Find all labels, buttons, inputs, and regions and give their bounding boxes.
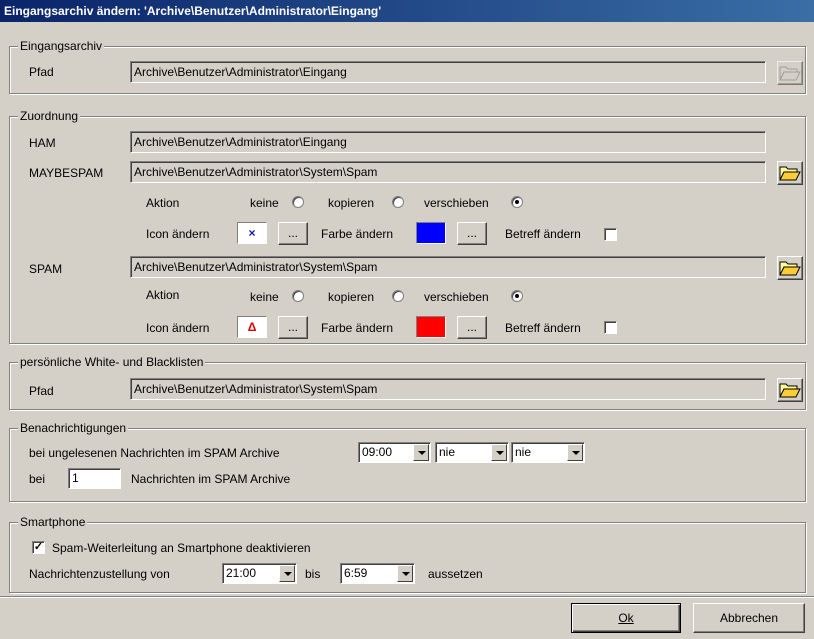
ok-button[interactable]: Ok bbox=[571, 603, 681, 633]
dialog-separator bbox=[0, 596, 814, 598]
spam-betreff-label: Betreff ändern bbox=[505, 321, 581, 335]
spam-verschieben-radio[interactable] bbox=[511, 290, 523, 302]
notify-repeat-value: nie bbox=[439, 445, 456, 459]
notify-time-select[interactable]: 09:00 bbox=[358, 442, 431, 463]
maybespam-betreff-label: Betreff ändern bbox=[505, 227, 581, 241]
folder-open-icon bbox=[779, 261, 801, 276]
eingangsarchiv-legend: Eingangsarchiv bbox=[18, 39, 105, 53]
spam-field[interactable]: Archive\Benutzer\Administrator\System\Sp… bbox=[130, 256, 766, 278]
maybespam-icon-button[interactable]: ... bbox=[278, 222, 308, 245]
chevron-down-icon[interactable] bbox=[413, 444, 429, 461]
eingangsarchiv-pfad-field: Archive\Benutzer\Administrator\Eingang bbox=[130, 61, 766, 83]
smartphone-disable-checkbox[interactable]: ✓ bbox=[32, 541, 45, 554]
spam-browse-button[interactable] bbox=[777, 256, 803, 280]
maybespam-browse-button[interactable] bbox=[777, 161, 803, 185]
spam-color-swatch bbox=[416, 316, 446, 338]
warning-triangle-icon: Δ bbox=[247, 320, 257, 334]
ham-label: HAM bbox=[29, 136, 56, 150]
message-count-input[interactable]: 1 bbox=[68, 468, 121, 489]
notify-time-value: 09:00 bbox=[362, 445, 393, 459]
benachrichtigungen-group: Benachrichtigungen bbox=[9, 421, 806, 502]
spam-color-button[interactable]: ... bbox=[457, 316, 487, 339]
maybespam-betreff-checkbox[interactable] bbox=[604, 228, 617, 241]
spam-kopieren-label: kopieren bbox=[328, 290, 375, 304]
zustellung-to-value: 6:59 bbox=[344, 566, 368, 580]
listen-pfad-label: Pfad bbox=[29, 384, 54, 398]
spam-kopieren-radio[interactable] bbox=[392, 290, 404, 302]
notify-repeat2-select[interactable]: nie bbox=[511, 442, 585, 463]
spam-verschieben-label: verschieben bbox=[424, 290, 489, 304]
maybespam-kopieren-label: kopieren bbox=[328, 196, 375, 210]
maybespam-keine-radio[interactable] bbox=[292, 196, 304, 208]
smartphone-legend: Smartphone bbox=[18, 515, 88, 529]
notify-repeat-select[interactable]: nie bbox=[435, 442, 509, 463]
maybespam-aktion-label: Aktion bbox=[146, 196, 180, 210]
maybespam-verschieben-label: verschieben bbox=[424, 196, 489, 210]
spam-icon-preview: Δ bbox=[237, 316, 267, 338]
zustellung-to-select[interactable]: 6:59 bbox=[340, 563, 415, 584]
window-title: Eingangsarchiv ändern: 'Archive\Benutzer… bbox=[0, 0, 814, 22]
zustellung-label: Nachrichtenzustellung von bbox=[29, 567, 170, 581]
chevron-down-icon[interactable] bbox=[567, 444, 583, 461]
zuordnung-legend: Zuordnung bbox=[18, 109, 81, 123]
maybespam-verschieben-radio[interactable] bbox=[511, 196, 523, 208]
spam-keine-label: keine bbox=[250, 290, 279, 304]
benachrichtigungen-line1-label: bei ungelesenen Nachrichten im SPAM Arch… bbox=[29, 446, 280, 460]
spam-keine-radio[interactable] bbox=[292, 290, 304, 302]
folder-open-icon bbox=[779, 66, 801, 81]
spam-aktion-label: Aktion bbox=[146, 288, 180, 302]
spam-label: SPAM bbox=[29, 262, 63, 276]
cancel-button[interactable]: Abbrechen bbox=[693, 603, 805, 633]
spam-betreff-checkbox[interactable] bbox=[604, 321, 617, 334]
eingangsarchiv-browse-button[interactable] bbox=[777, 61, 803, 85]
notify-repeat2-value: nie bbox=[515, 445, 532, 459]
maybespam-field[interactable]: Archive\Benutzer\Administrator\System\Sp… bbox=[130, 161, 766, 183]
spam-farbe-label: Farbe ändern bbox=[321, 321, 394, 335]
zustellung-from-value: 21:00 bbox=[226, 566, 257, 580]
chevron-down-icon[interactable] bbox=[397, 565, 413, 582]
folder-open-icon bbox=[779, 383, 801, 398]
spam-icon-label: Icon ändern bbox=[146, 321, 210, 335]
maybespam-keine-label: keine bbox=[250, 196, 279, 210]
listen-legend: persönliche White- und Blacklisten bbox=[18, 355, 206, 369]
maybespam-label: MAYBESPAM bbox=[29, 166, 104, 180]
smartphone-disable-label: Spam-Weiterleitung an Smartphone deaktiv… bbox=[52, 541, 311, 555]
listen-pfad-field[interactable]: Archive\Benutzer\Administrator\System\Sp… bbox=[130, 378, 766, 400]
maybespam-icon-label: Icon ändern bbox=[146, 227, 210, 241]
folder-open-icon bbox=[779, 166, 801, 181]
zustellung-from-select[interactable]: 21:00 bbox=[222, 563, 297, 584]
maybespam-color-button[interactable]: ... bbox=[457, 222, 487, 245]
ok-button-label: Ok bbox=[618, 611, 634, 625]
maybespam-color-swatch bbox=[416, 222, 446, 244]
maybespam-icon-preview: × bbox=[237, 222, 267, 244]
ham-field: Archive\Benutzer\Administrator\Eingang bbox=[130, 131, 766, 153]
listen-browse-button[interactable] bbox=[777, 378, 803, 402]
eingangsarchiv-pfad-label: Pfad bbox=[29, 65, 54, 79]
aussetzen-label: aussetzen bbox=[428, 567, 483, 581]
chevron-down-icon[interactable] bbox=[279, 565, 295, 582]
cancel-button-label: Abbrechen bbox=[719, 611, 779, 625]
chevron-down-icon[interactable] bbox=[491, 444, 507, 461]
spam-icon-button[interactable]: ... bbox=[278, 316, 308, 339]
benachrichtigungen-legend: Benachrichtigungen bbox=[18, 421, 129, 435]
maybespam-kopieren-radio[interactable] bbox=[392, 196, 404, 208]
maybespam-farbe-label: Farbe ändern bbox=[321, 227, 394, 241]
bei-label: bei bbox=[29, 472, 46, 486]
cross-icon: × bbox=[248, 226, 256, 240]
bis-label: bis bbox=[305, 567, 321, 581]
benachrichtigungen-line2-label: Nachrichten im SPAM Archive bbox=[131, 472, 291, 486]
